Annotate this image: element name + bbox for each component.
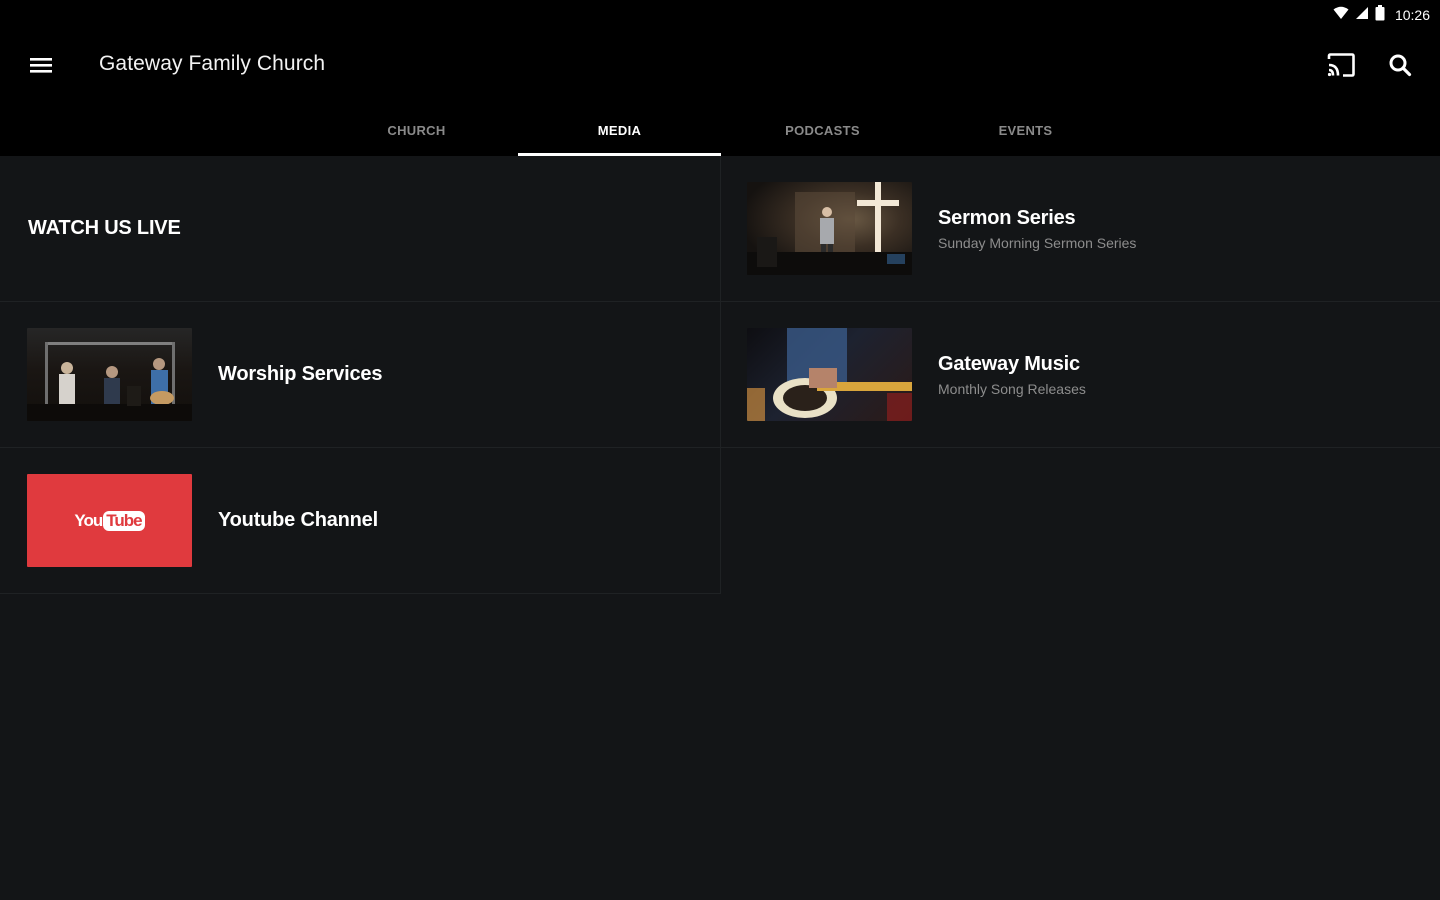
tab-media[interactable]: MEDIA [518,104,721,156]
gateway-music-text: Gateway Music Monthly Song Releases [938,353,1086,397]
gateway-music-item[interactable]: Gateway Music Monthly Song Releases [721,302,1440,448]
youtube-logo-tube: Tube [103,510,145,531]
sermon-series-item[interactable]: Sermon Series Sunday Morning Sermon Seri… [721,156,1440,302]
worship-services-title: Worship Services [218,363,383,385]
status-time: 10:26 [1394,7,1430,23]
wifi-icon [1333,6,1349,25]
worship-services-text: Worship Services [218,363,382,386]
gateway-music-subtitle: Monthly Song Releases [938,380,1086,397]
tab-bar: CHURCH MEDIA PODCASTS EVENTS [315,104,1127,156]
status-bar: 10:26 [0,0,1440,30]
youtube-logo: You Tube [74,510,145,531]
sermon-series-text: Sermon Series Sunday Morning Sermon Seri… [938,207,1136,251]
sermon-series-title: Sermon Series [938,206,1076,229]
search-button[interactable] [1381,48,1419,86]
sermon-series-subtitle: Sunday Morning Sermon Series [938,234,1137,251]
signal-icon [1355,6,1369,25]
cast-icon [1327,52,1355,82]
status-icons: 10:26 [1333,4,1430,26]
app-bar: Gateway Family Church CHURCH MEDIA PODCA… [0,30,1440,156]
battery-icon [1375,4,1385,26]
search-icon [1388,53,1412,82]
tab-church[interactable]: CHURCH [315,104,518,156]
youtube-channel-item[interactable]: You Tube Youtube Channel [0,448,721,594]
worship-services-item[interactable]: Worship Services [0,302,721,448]
app-title: Gateway Family Church [99,52,326,75]
youtube-channel-text: Youtube Channel [218,509,378,532]
youtube-logo-you: You [74,510,103,530]
media-grid: WATCH US LIVE Sermon Series Sunday Morni… [0,156,1440,900]
menu-button[interactable] [22,48,60,86]
cast-button[interactable] [1322,48,1360,86]
worship-services-thumbnail [27,328,192,421]
watch-live-title: WATCH US LIVE [28,217,181,239]
watch-live-item[interactable]: WATCH US LIVE [0,156,721,302]
gateway-music-thumbnail [747,328,912,421]
youtube-channel-title: Youtube Channel [218,509,378,531]
sermon-series-thumbnail [747,182,912,275]
tab-podcasts[interactable]: PODCASTS [721,104,924,156]
menu-icon [30,56,52,79]
youtube-channel-thumbnail: You Tube [27,474,192,567]
tab-events[interactable]: EVENTS [924,104,1127,156]
gateway-music-title: Gateway Music [938,352,1080,375]
